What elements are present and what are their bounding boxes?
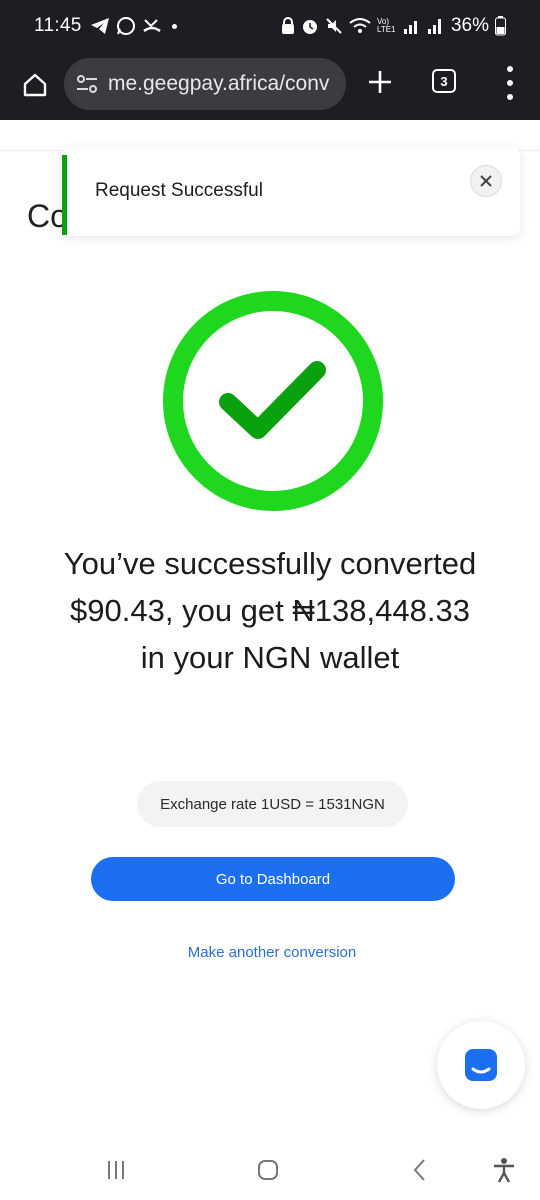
- status-bar: 11:45 Vo) LTE1 36%: [0, 0, 540, 52]
- alarm-icon: [302, 20, 317, 34]
- url-bar[interactable]: me.geegpay.africa/conv: [64, 58, 346, 110]
- telegram-icon: [90, 18, 109, 34]
- more-vert-icon[interactable]: [500, 66, 520, 100]
- new-tab-button[interactable]: [364, 66, 396, 98]
- battery-percent: 36%: [450, 15, 489, 36]
- home-nav-button[interactable]: [252, 1154, 284, 1186]
- back-icon: [413, 1159, 425, 1181]
- tab-count: 3: [440, 73, 448, 89]
- close-button[interactable]: [470, 165, 502, 197]
- accessibility-button[interactable]: [488, 1154, 520, 1186]
- recents-icon: [108, 1161, 124, 1179]
- accessibility-icon: [494, 1158, 514, 1183]
- toast-message: Request Successful: [95, 180, 263, 201]
- signal-icon: [427, 19, 441, 34]
- missed-call-icon: [142, 19, 161, 33]
- tune-icon[interactable]: [76, 74, 98, 94]
- make-another-conversion-link[interactable]: Make another conversion: [150, 944, 394, 961]
- status-time: 11:45: [34, 15, 82, 36]
- signal-icon: [403, 21, 417, 34]
- toast-notification: Request Successful: [62, 147, 520, 236]
- success-message: You’ve successfully converted $90.43, yo…: [63, 546, 477, 675]
- wifi-icon: [349, 18, 371, 33]
- close-icon: [480, 175, 492, 187]
- home-button[interactable]: [18, 68, 52, 102]
- mute-icon: [326, 18, 342, 34]
- lock-icon: [281, 17, 294, 34]
- network-label: Vo) LTE1: [376, 17, 396, 34]
- home-icon: [23, 73, 47, 97]
- chat-button[interactable]: [437, 1021, 525, 1109]
- notification-dot-icon: [171, 23, 177, 29]
- go-to-dashboard-button[interactable]: Go to Dashboard: [91, 857, 455, 901]
- plus-icon: [369, 71, 391, 93]
- browser-toolbar: me.geegpay.africa/conv 3: [0, 52, 540, 120]
- exchange-rate-badge: Exchange rate 1USD = 1531NGN: [137, 781, 408, 827]
- recents-button[interactable]: [100, 1154, 132, 1186]
- battery-icon: [495, 16, 506, 36]
- url-text[interactable]: me.geegpay.africa/conv: [108, 72, 329, 96]
- home-nav-icon: [258, 1160, 278, 1180]
- toast-accent-bar: [62, 155, 67, 235]
- tabs-button[interactable]: 3: [432, 69, 456, 93]
- check-circle-icon: [163, 291, 383, 511]
- back-button[interactable]: [404, 1154, 436, 1186]
- chat-icon: [465, 1049, 497, 1081]
- whatsapp-icon: [116, 17, 135, 35]
- system-nav-bar: [0, 1140, 540, 1200]
